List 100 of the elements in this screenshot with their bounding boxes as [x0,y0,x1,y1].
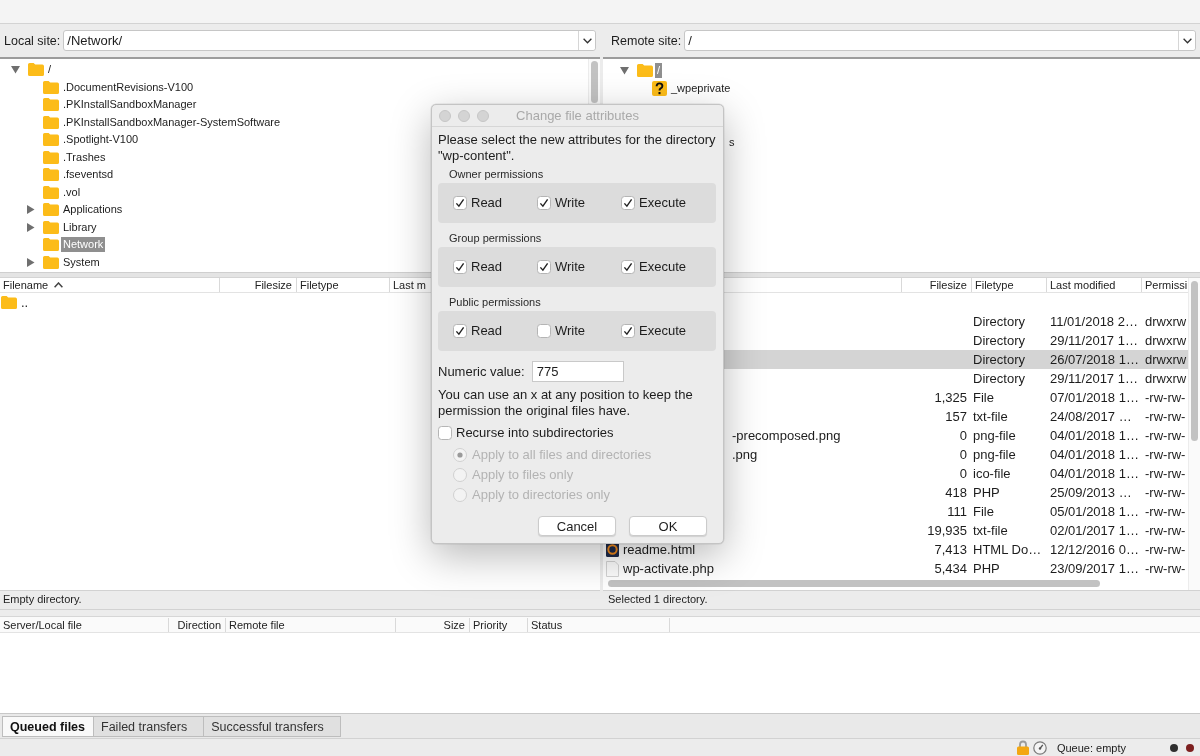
checkbox-label: Write [555,323,586,339]
tree-item[interactable]: .Spotlight-V100 [61,132,141,148]
checkbox-label: Read [471,259,503,275]
file-name: wp-activate.php [623,560,715,577]
numeric-value-field[interactable]: 775 [531,361,624,382]
disclosure-triangle-icon[interactable] [619,65,629,75]
checkbox[interactable] [453,196,467,210]
column-header[interactable]: Filetype [972,278,1047,292]
checkbox[interactable] [621,196,635,210]
radio-label: Apply to files only [472,467,574,483]
modified-date: 02/01/2017 1… [1050,522,1139,539]
file-type: png-file [973,446,1016,463]
folder-icon [43,185,59,199]
queue-tab[interactable]: Successful transfers [203,716,341,737]
queue-tab[interactable]: Queued files [2,716,95,737]
tree-item[interactable]: Library [61,219,99,235]
checkbox[interactable] [537,196,551,210]
queue-tab[interactable]: Failed transfers [93,716,205,737]
column-header[interactable]: Filetype [297,278,390,292]
checkbox[interactable] [453,324,467,338]
file-row[interactable]: wp-activate.php 5,434 PHP 23/09/2017 1… -rw-rw- [603,559,1188,578]
modified-date: 29/11/2017 1… [1050,332,1138,349]
disclosure-triangle-icon[interactable] [25,205,35,215]
column-header[interactable]: Remote file [226,617,396,632]
chevron-down-icon [1182,37,1192,44]
column-header[interactable]: Server/Local file [0,617,169,632]
file-type: txt-file [973,408,1008,425]
file-type: Directory [973,313,1025,330]
checkbox-label: Execute [639,195,686,211]
permissions: -rw-rw- [1145,484,1186,501]
folder-icon [43,255,59,269]
scrollbar-thumb[interactable] [1191,281,1198,441]
file-type: Directory [973,370,1025,387]
tree-item[interactable]: System [61,254,102,270]
group-title: Public permissions [449,296,542,309]
checkbox[interactable] [438,426,452,440]
tree-item[interactable]: .DocumentRevisions-V100 [61,79,196,95]
disclosure-triangle-icon[interactable] [25,257,35,267]
disclosure-triangle-icon[interactable] [25,222,35,232]
tree-item[interactable]: .Trashes [61,149,108,165]
checkbox-label: Recurse into subdirectories [456,425,614,441]
dropdown-button[interactable] [1178,31,1195,50]
folder-icon [43,80,59,94]
tree-item[interactable]: .PKInstallSandboxManager-SystemSoftware [61,114,283,130]
field-label: Numeric value: [438,363,525,380]
checkbox[interactable] [537,260,551,274]
permissions: drwxrw [1145,313,1187,330]
checkbox[interactable] [453,260,467,274]
permissions: -rw-rw- [1145,408,1186,425]
column-header[interactable]: Priority [470,617,528,632]
status-text: Selected 1 directory. [608,593,708,605]
file-type: Directory [973,351,1025,368]
modified-date: 11/01/2018 2… [1050,313,1138,330]
checkbox-label: Read [471,195,503,211]
dialog-button[interactable]: OK [629,516,707,536]
tree-item[interactable]: .fseventsd [61,167,116,183]
tree-item[interactable]: .PKInstallSandboxManager [61,97,199,113]
file-type: File [973,389,994,406]
file-name: -precomposed.png [732,427,841,444]
column-header[interactable]: Filename [0,278,220,292]
checkbox[interactable] [621,260,635,274]
disclosure-triangle-icon[interactable] [10,65,20,75]
file-size: 418 [945,484,967,501]
modified-date: 26/07/2018 1… [1050,351,1139,368]
permissions: drwxrw [1145,332,1187,349]
tree-item[interactable]: .vol [61,184,83,200]
column-header[interactable]: Permissi [1142,278,1188,292]
column-header[interactable]: Last m [390,278,430,292]
column-header[interactable]: Size [396,617,470,632]
radio-label: Apply to directories only [472,487,610,503]
checkbox-label: Read [471,323,503,339]
scrollbar-thumb[interactable] [608,580,1100,587]
file-type: Directory [973,332,1025,349]
tree-item[interactable]: / [46,62,54,78]
permissions: drwxrw [1145,370,1187,387]
checkbox[interactable] [621,324,635,338]
file-size: 1,325 [934,389,967,406]
checkbox-label: Write [555,259,586,275]
column-header[interactable]: Filesize [902,278,972,292]
modified-date: 24/08/2017 … [1050,408,1132,425]
site-path-combo[interactable]: /Network/ [63,30,596,51]
permissions: -rw-rw- [1145,522,1186,539]
padlock-icon [1016,740,1029,755]
status-text: Empty directory. [3,593,82,605]
site-path-combo[interactable]: / [684,30,1196,51]
scrollbar-thumb[interactable] [591,61,598,103]
tree-item[interactable]: s [727,134,737,150]
column-header[interactable]: Last modified [1047,278,1142,292]
column-header[interactable]: Filesize [220,278,297,292]
checkbox[interactable] [537,324,551,338]
tree-item[interactable]: _wpeprivate [669,80,733,96]
permissions: -rw-rw- [1145,446,1186,463]
dropdown-button[interactable] [578,31,595,50]
column-header[interactable]: Status [528,617,670,632]
column-header[interactable]: Direction [169,617,226,632]
site-label: Local site: [4,33,61,48]
document-icon [606,560,619,577]
permissions: -rw-rw- [1145,560,1186,577]
dialog-button[interactable]: Cancel [538,516,616,536]
tree-item[interactable]: Applications [61,202,125,218]
